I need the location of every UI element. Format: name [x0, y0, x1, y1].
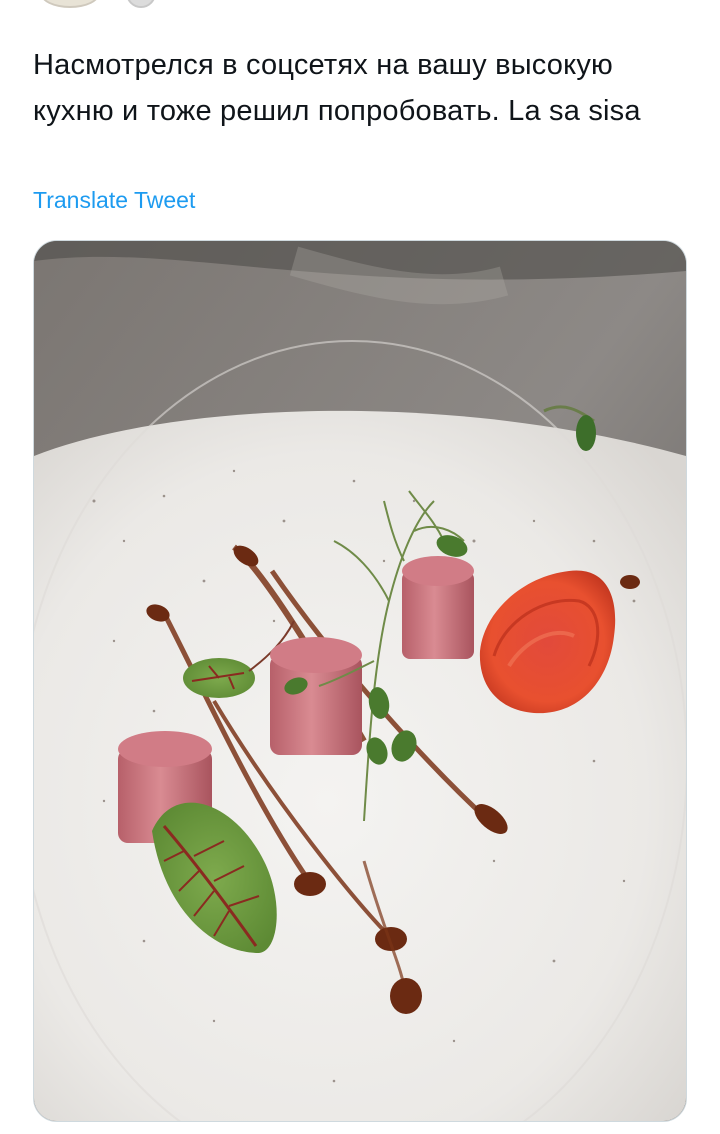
translate-tweet-link[interactable]: Translate Tweet [33, 184, 195, 216]
food-photo-image [34, 241, 686, 1121]
avatar [40, 0, 100, 8]
tweet-media-photo[interactable] [33, 240, 687, 1122]
avatar [126, 0, 156, 8]
tweet-text: Насмотрелся в соцсетях на вашу высокую к… [33, 49, 641, 127]
reply-context-avatars [40, 0, 180, 8]
